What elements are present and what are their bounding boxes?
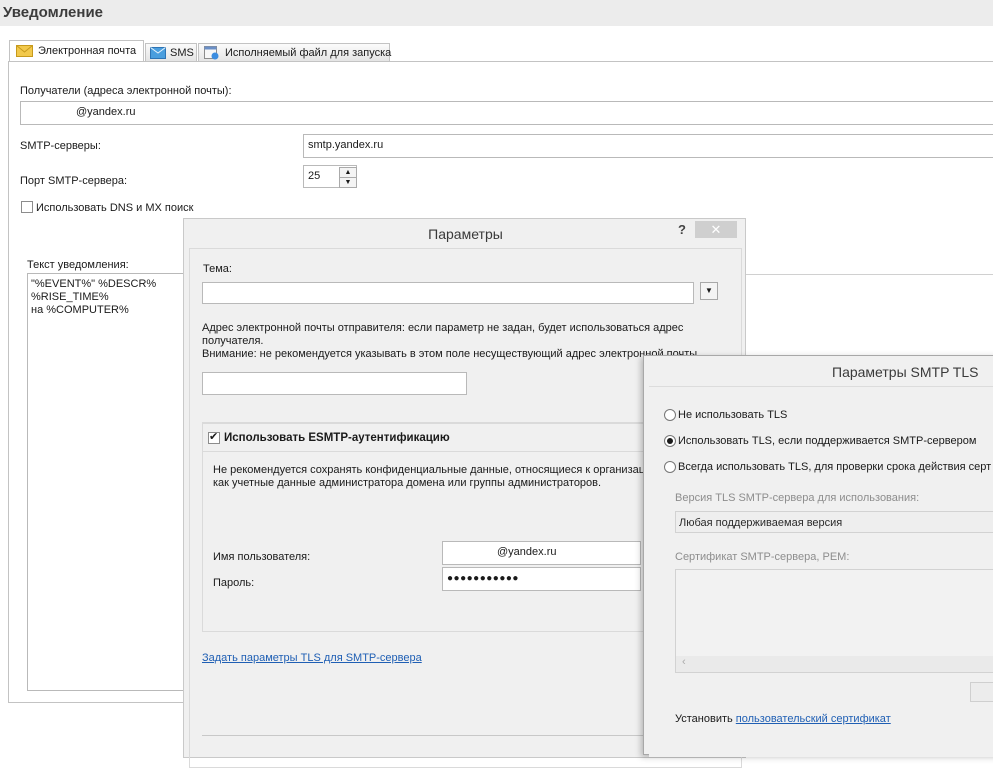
smtp-tls-dialog: Параметры SMTP TLS Не использовать TLS И… <box>643 355 993 757</box>
esmtp-label: Использовать ESMTP-аутентификацию <box>224 432 450 444</box>
tab-sms[interactable]: SMS <box>145 43 197 62</box>
server-cert-textarea: ‹ <box>675 569 993 673</box>
smtp-value: smtp.yandex.ru <box>308 139 384 151</box>
sender-note-line: Адрес электронной почты отправителя: есл… <box>202 322 684 334</box>
chevron-down-icon: ▼ <box>705 286 713 295</box>
install-cert-line: Установить пользовательский сертификат <box>675 713 891 725</box>
sender-note-line: получателя. <box>202 335 264 347</box>
username-input[interactable]: @yandex.ru <box>442 541 641 565</box>
header-bar: Уведомление <box>0 0 993 26</box>
smtp-label: SMTP-серверы: <box>20 140 101 152</box>
subject-label: Тема: <box>203 263 232 275</box>
executable-icon <box>204 46 219 60</box>
esmtp-checkbox[interactable] <box>208 430 220 444</box>
tab-executable[interactable]: Исполняемый файл для запуска <box>198 43 392 62</box>
notification-text-area[interactable]: "%EVENT%" %DESCR% %RISE_TIME% на %COMPUT… <box>27 273 187 691</box>
disabled-button <box>970 682 993 702</box>
tls-version-value: Любая поддерживаемая версия <box>679 517 843 529</box>
sms-icon <box>150 47 166 59</box>
notification-text-label: Текст уведомления: <box>27 259 129 271</box>
dns-mx-label: Использовать DNS и MX поиск <box>36 202 194 214</box>
recipients-field[interactable]: @yandex.ru <box>20 101 993 125</box>
radio-always-tls-label: Всегда использовать TLS, для проверки ср… <box>678 461 992 473</box>
radio-tls-if-supported[interactable] <box>664 435 676 447</box>
radio-tls-if-supported-label: Использовать TLS, если поддерживается SM… <box>678 435 977 447</box>
radio-no-tls[interactable] <box>664 409 676 421</box>
sender-note-line: Внимание: не рекомендуется указывать в э… <box>202 348 701 360</box>
dns-mx-checkbox[interactable] <box>21 201 33 213</box>
subject-input[interactable] <box>202 282 694 304</box>
password-value: ●●●●●●●●●●● <box>447 573 519 584</box>
close-button[interactable]: ✕ <box>695 221 737 238</box>
tls-settings-link[interactable]: Задать параметры TLS для SMTP-сервера <box>202 652 422 664</box>
recipients-label: Получатели (адреса электронной почты): <box>20 85 232 97</box>
port-stepper[interactable]: 25 ▲ ▼ <box>303 165 357 188</box>
server-cert-label: Сертификат SMTP-сервера, PEM: <box>675 551 850 563</box>
smtp-field[interactable]: smtp.yandex.ru <box>303 134 993 158</box>
tab-executable-label: Исполняемый файл для запуска <box>225 47 392 59</box>
port-label: Порт SMTP-сервера: <box>20 175 128 187</box>
scroll-left-icon: ‹ <box>682 656 686 668</box>
parameters-dialog-title: Параметры <box>428 226 503 242</box>
notification-line: %RISE_TIME% <box>31 291 109 303</box>
esmtp-note-line: как учетные данные администратора домена… <box>213 477 602 489</box>
username-label: Имя пользователя: <box>213 551 311 563</box>
tab-email-label: Электронная почта <box>38 45 137 57</box>
recipients-value: @yandex.ru <box>76 106 136 118</box>
page-title: Уведомление <box>3 4 104 21</box>
tab-sms-label: SMS <box>170 47 194 59</box>
password-input[interactable]: ●●●●●●●●●●● <box>442 567 641 591</box>
smtp-tls-dialog-title: Параметры SMTP TLS <box>832 364 979 380</box>
radio-always-tls[interactable] <box>664 461 676 473</box>
help-icon[interactable]: ? <box>678 222 686 237</box>
install-cert-prefix: Установить <box>675 713 736 725</box>
esmtp-note-line: Не рекомендуется сохранять конфиденциаль… <box>213 464 646 476</box>
password-label: Пароль: <box>213 577 255 589</box>
envelope-icon <box>16 45 33 57</box>
radio-no-tls-label: Не использовать TLS <box>678 409 788 421</box>
horizontal-scrollbar: ‹ <box>676 656 993 672</box>
tab-email[interactable]: Электронная почта <box>9 40 144 62</box>
install-cert-link[interactable]: пользовательский сертификат <box>736 713 891 725</box>
tls-version-label: Версия TLS SMTP-сервера для использовани… <box>675 492 920 504</box>
port-value: 25 <box>308 170 321 182</box>
port-down-button[interactable]: ▼ <box>339 177 357 188</box>
notification-line: "%EVENT%" %DESCR% <box>31 278 157 290</box>
tls-version-select: Любая поддерживаемая версия <box>675 511 993 533</box>
notification-line: на %COMPUTER% <box>31 304 129 316</box>
sender-email-input[interactable] <box>202 372 467 395</box>
username-value: @yandex.ru <box>497 546 557 558</box>
subject-dropdown-button[interactable]: ▼ <box>700 282 718 300</box>
